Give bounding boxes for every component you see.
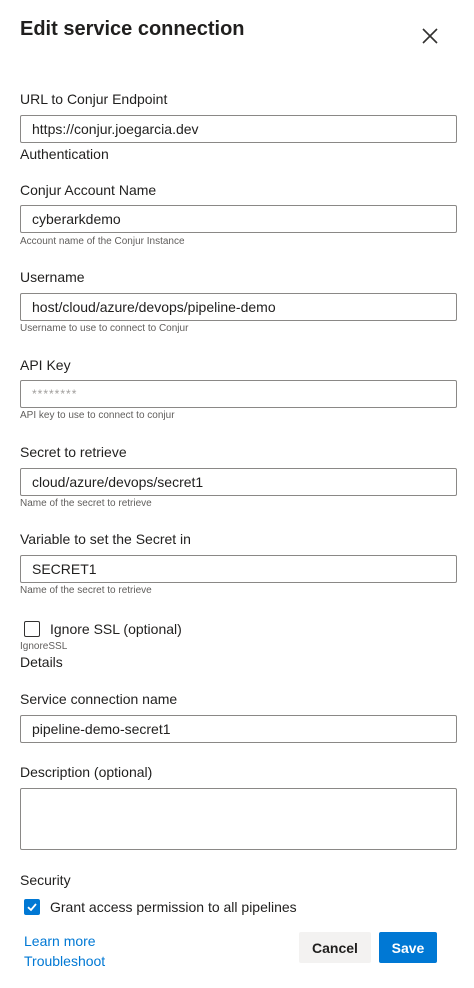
account-label: Conjur Account Name — [20, 182, 157, 198]
ignore-ssl-hint: IgnoreSSL — [20, 641, 68, 652]
close-icon[interactable] — [418, 24, 442, 48]
api-key-label: API Key — [20, 357, 71, 373]
url-label: URL to Conjur Endpoint — [20, 91, 168, 107]
username-input[interactable] — [20, 293, 457, 321]
connection-name-input[interactable] — [20, 715, 457, 743]
grant-access-checkbox[interactable] — [24, 899, 40, 915]
secret-input[interactable] — [20, 468, 457, 496]
account-input[interactable] — [20, 205, 457, 233]
grant-access-label: Grant access permission to all pipelines — [50, 899, 297, 915]
section-security: Security — [20, 872, 71, 888]
secret-label: Secret to retrieve — [20, 444, 127, 460]
url-input[interactable] — [20, 115, 457, 143]
cancel-button[interactable]: Cancel — [299, 932, 371, 963]
save-button[interactable]: Save — [379, 932, 437, 963]
api-key-hint: API key to use to connect to conjur — [20, 410, 175, 421]
dialog-title: Edit service connection — [20, 18, 245, 40]
username-label: Username — [20, 269, 85, 285]
description-label: Description (optional) — [20, 764, 153, 780]
learn-more-link[interactable]: Learn more — [24, 933, 96, 949]
secret-hint: Name of the secret to retrieve — [20, 498, 152, 509]
api-key-input[interactable] — [20, 380, 457, 408]
username-hint: Username to use to connect to Conjur — [20, 323, 189, 334]
variable-label: Variable to set the Secret in — [20, 531, 191, 547]
account-hint: Account name of the Conjur Instance — [20, 236, 185, 247]
troubleshoot-link[interactable]: Troubleshoot — [24, 953, 105, 969]
variable-input[interactable] — [20, 555, 457, 583]
section-details: Details — [20, 654, 63, 670]
ignore-ssl-label: Ignore SSL (optional) — [50, 621, 182, 637]
description-textarea[interactable] — [20, 788, 457, 850]
ignore-ssl-checkbox[interactable] — [24, 621, 40, 637]
section-authentication: Authentication — [20, 146, 109, 162]
connection-name-label: Service connection name — [20, 691, 178, 707]
variable-hint: Name of the secret to retrieve — [20, 585, 152, 596]
checkmark-icon — [27, 903, 37, 912]
